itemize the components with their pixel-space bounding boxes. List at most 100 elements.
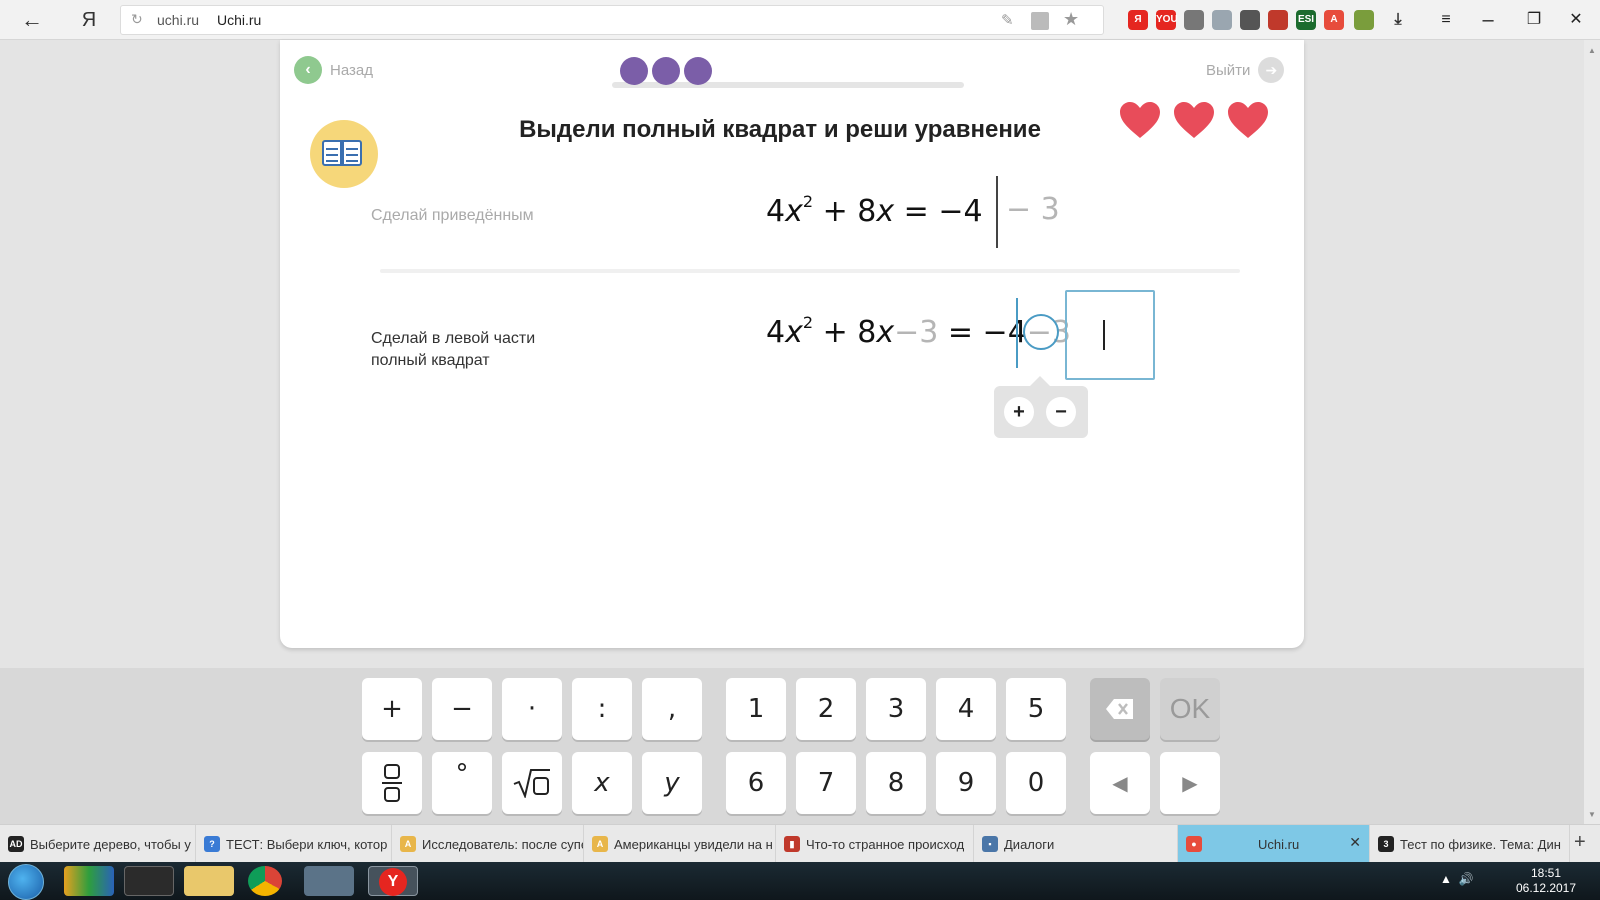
system-clock[interactable]: 18:51 06.12.2017	[1496, 866, 1596, 896]
yandex-logo[interactable]: Я	[78, 6, 100, 34]
bulb-ext-icon[interactable]	[1184, 10, 1204, 30]
digit-key[interactable]: 9	[936, 752, 996, 814]
answer-input[interactable]	[1065, 290, 1155, 380]
a-ext-icon[interactable]: A	[1324, 10, 1344, 30]
system-tray[interactable]: ▲ 🔊	[1440, 872, 1474, 886]
scroll-up-icon[interactable]: ▲	[1584, 46, 1600, 55]
eq-exponent: 2	[802, 313, 814, 332]
tab-label: Выберите дерево, чтобы у	[30, 836, 191, 852]
nav-back-button[interactable]: ‹ Назад	[294, 56, 373, 84]
downloads-icon[interactable]: ⤓	[1388, 10, 1408, 30]
map-pin-ext-icon[interactable]	[1240, 10, 1260, 30]
tab-label: Американцы увидели на н	[614, 836, 773, 852]
browser-tab[interactable]: AD Выберите дерево, чтобы у	[0, 825, 196, 863]
esi-ext-icon[interactable]: ESI	[1296, 10, 1316, 30]
browser-tab[interactable]: A Американцы увидели на н	[584, 825, 776, 863]
scroll-down-icon[interactable]: ▼	[1584, 810, 1600, 819]
operator-key[interactable]: +	[362, 678, 422, 740]
operator-key[interactable]: :	[572, 678, 632, 740]
operation-sign-selector[interactable]	[1023, 314, 1059, 350]
tab-favicon-icon: AD	[8, 836, 24, 852]
y-variable-key[interactable]: y	[642, 752, 702, 814]
browser-tab[interactable]: ▪ Диалоги	[974, 825, 1178, 863]
tab-label: Что-то странное происход	[806, 836, 965, 852]
chrome-app-icon[interactable]	[248, 866, 282, 896]
task-title: Выдели полный квадрат и реши уравнение	[519, 116, 1041, 143]
explorer-folder-icon[interactable]	[184, 866, 234, 896]
browser-tab[interactable]: 3 Тест по физике. Тема: Дин	[1370, 825, 1570, 863]
media-player-app-icon[interactable]	[124, 866, 174, 896]
digit-key[interactable]: 0	[1006, 752, 1066, 814]
windows-taskbar: Y ▲ 🔊 18:51 06.12.2017	[0, 862, 1600, 900]
paint-app-icon[interactable]	[304, 866, 354, 896]
eq-var: x	[876, 315, 895, 350]
exit-button[interactable]: Выйти ➔	[1206, 56, 1285, 84]
cursor-right-key[interactable]: ▶	[1160, 752, 1220, 814]
browser-tab[interactable]: A Исследователь: после супе	[392, 825, 584, 863]
eq-term: + 8	[813, 194, 877, 229]
degree-key[interactable]: °	[432, 752, 492, 814]
digit-key[interactable]: 3	[866, 678, 926, 740]
digit-key[interactable]: 1	[726, 678, 786, 740]
digit-key[interactable]: 8	[866, 752, 926, 814]
operator-key[interactable]: ·	[502, 678, 562, 740]
cursor-left-key[interactable]: ◀	[1090, 752, 1150, 814]
bookmark-star-icon[interactable]: ★	[1063, 9, 1079, 30]
tab-label: Тест по физике. Тема: Дин	[1400, 836, 1561, 852]
digit-key[interactable]: 6	[726, 752, 786, 814]
yandex-browser-app-icon[interactable]: Y	[368, 866, 418, 896]
math-keyboard: ° x y OK ◀ ▶ + − ·:, 1 2 3 4 5 6 7 8 9 0	[0, 668, 1584, 824]
operator-key[interactable]: ,	[642, 678, 702, 740]
reload-icon[interactable]: ↻	[131, 11, 143, 28]
address-bar[interactable]: ↻ uchi.ru Uchi.ru ✎ ★	[120, 5, 1104, 35]
new-tab-plus-icon[interactable]: +	[1574, 831, 1586, 854]
digit-key[interactable]: 7	[796, 752, 856, 814]
tab-label: Диалоги	[1004, 836, 1055, 852]
backspace-key[interactable]	[1090, 678, 1150, 740]
tab-close-icon[interactable]: ✕	[1349, 834, 1361, 851]
digit-key[interactable]: 5	[1006, 678, 1066, 740]
digit-key[interactable]: 2	[796, 678, 856, 740]
windows-start-icon[interactable]	[8, 864, 44, 900]
eq-carried-term: −3	[894, 315, 939, 350]
yandex-ext-icon[interactable]: Я	[1128, 10, 1148, 30]
browser-tab[interactable]: ? ТЕСТ: Выбери ключ, котор	[196, 825, 392, 863]
exit-label: Выйти	[1206, 61, 1251, 79]
page-scrollbar[interactable]: ▲ ▼	[1584, 40, 1600, 824]
download-ext-icon[interactable]	[1212, 10, 1232, 30]
book-icon[interactable]	[310, 120, 378, 188]
sqrt-key[interactable]	[502, 752, 562, 814]
minus-operation-button[interactable]: −	[1046, 397, 1076, 427]
url-domain: uchi.ru	[157, 12, 200, 28]
x-variable-key[interactable]: x	[572, 752, 632, 814]
eq-var: x	[785, 194, 803, 229]
lock-icon[interactable]	[1031, 12, 1049, 30]
menu-icon[interactable]: ≡	[1434, 8, 1458, 32]
operator-key[interactable]: −	[432, 678, 492, 740]
browser-tab-active[interactable]: ● Uchi.ru ✕	[1178, 825, 1370, 863]
minimize-icon[interactable]: –	[1476, 8, 1500, 32]
plus-operation-button[interactable]: +	[1004, 397, 1034, 427]
tab-favicon-icon: ▪	[982, 836, 998, 852]
fraction-key[interactable]	[362, 752, 422, 814]
progress-dot	[684, 57, 712, 85]
tab-label: Исследователь: после супе	[422, 836, 584, 852]
bug-ext-icon[interactable]	[1268, 10, 1288, 30]
youtube-ext-icon[interactable]: YOU	[1156, 10, 1178, 30]
tab-favicon-icon: ●	[1186, 836, 1202, 852]
winrar-app-icon[interactable]	[64, 866, 114, 896]
browser-back-icon[interactable]: ←	[18, 6, 46, 34]
pen-icon[interactable]: ✎	[1001, 11, 1014, 29]
restore-icon[interactable]: ❐	[1522, 8, 1546, 32]
ok-key[interactable]: OK	[1160, 678, 1220, 740]
progress-dot	[652, 57, 680, 85]
operation-divider-active	[1016, 298, 1018, 368]
eq-var: x	[785, 315, 803, 350]
browser-tab[interactable]: ▮ Что-то странное происход	[776, 825, 974, 863]
eq-coef: 4	[766, 194, 786, 229]
eq-var: x	[876, 194, 895, 229]
digit-key[interactable]: 4	[936, 678, 996, 740]
close-window-icon[interactable]: ✕	[1564, 8, 1588, 32]
tab-favicon-icon: ?	[204, 836, 220, 852]
picture-ext-icon[interactable]	[1354, 10, 1374, 30]
